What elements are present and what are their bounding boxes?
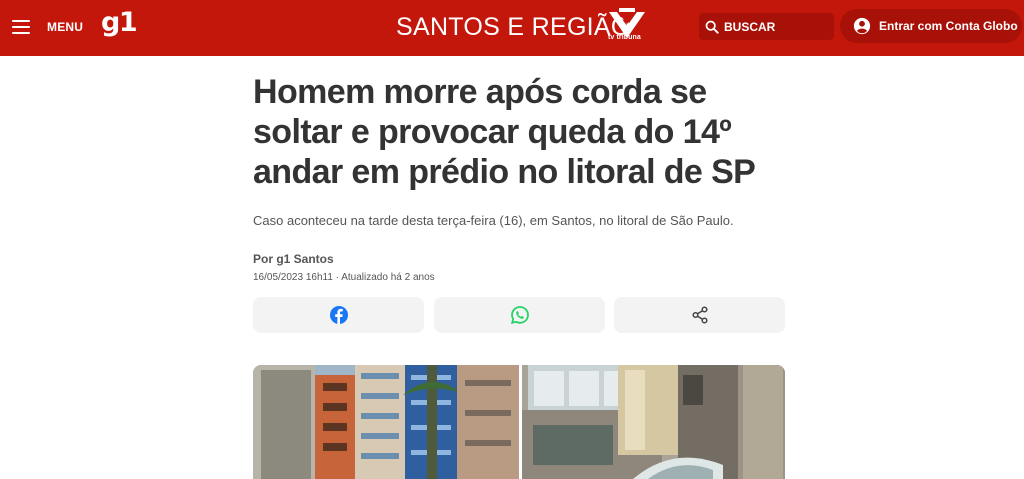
article-title: Homem morre após corda se soltar e provo… bbox=[253, 73, 756, 191]
share-generic-button[interactable] bbox=[614, 297, 785, 333]
g1-logo[interactable]: g1 bbox=[101, 9, 138, 36]
search-icon bbox=[705, 20, 719, 34]
building-photos-image bbox=[253, 365, 785, 479]
share-whatsapp-button[interactable] bbox=[434, 297, 605, 333]
site-header: MENU g1 SANTOS E REGIÃO tv tribuna BUSCA… bbox=[0, 0, 1024, 56]
tv-tribuna-logo-text: tv tribuna bbox=[608, 34, 641, 41]
login-button[interactable]: Entrar com Conta Globo bbox=[840, 9, 1022, 43]
share-facebook-button[interactable] bbox=[253, 297, 424, 333]
whatsapp-icon bbox=[510, 306, 529, 325]
search-input[interactable]: BUSCAR bbox=[699, 13, 834, 40]
search-label: BUSCAR bbox=[724, 19, 776, 34]
menu-button[interactable]: MENU bbox=[12, 12, 83, 42]
article-dateline: 16/05/2023 16h11 · Atualizado há 2 anos bbox=[253, 272, 435, 283]
login-label: Entrar com Conta Globo bbox=[879, 19, 1018, 33]
share-bar bbox=[253, 297, 785, 333]
region-title[interactable]: SANTOS E REGIÃO bbox=[396, 12, 631, 42]
user-icon bbox=[853, 17, 871, 35]
facebook-icon bbox=[329, 306, 348, 324]
menu-label: MENU bbox=[47, 20, 84, 34]
article-subtitle: Caso aconteceu na tarde desta terça-feir… bbox=[253, 213, 734, 228]
share-icon bbox=[691, 306, 708, 324]
article: Homem morre após corda se soltar e provo… bbox=[253, 72, 785, 283]
article-photo[interactable] bbox=[253, 365, 785, 479]
hamburger-icon bbox=[12, 20, 30, 34]
article-byline: Por g1 Santos bbox=[253, 252, 334, 266]
